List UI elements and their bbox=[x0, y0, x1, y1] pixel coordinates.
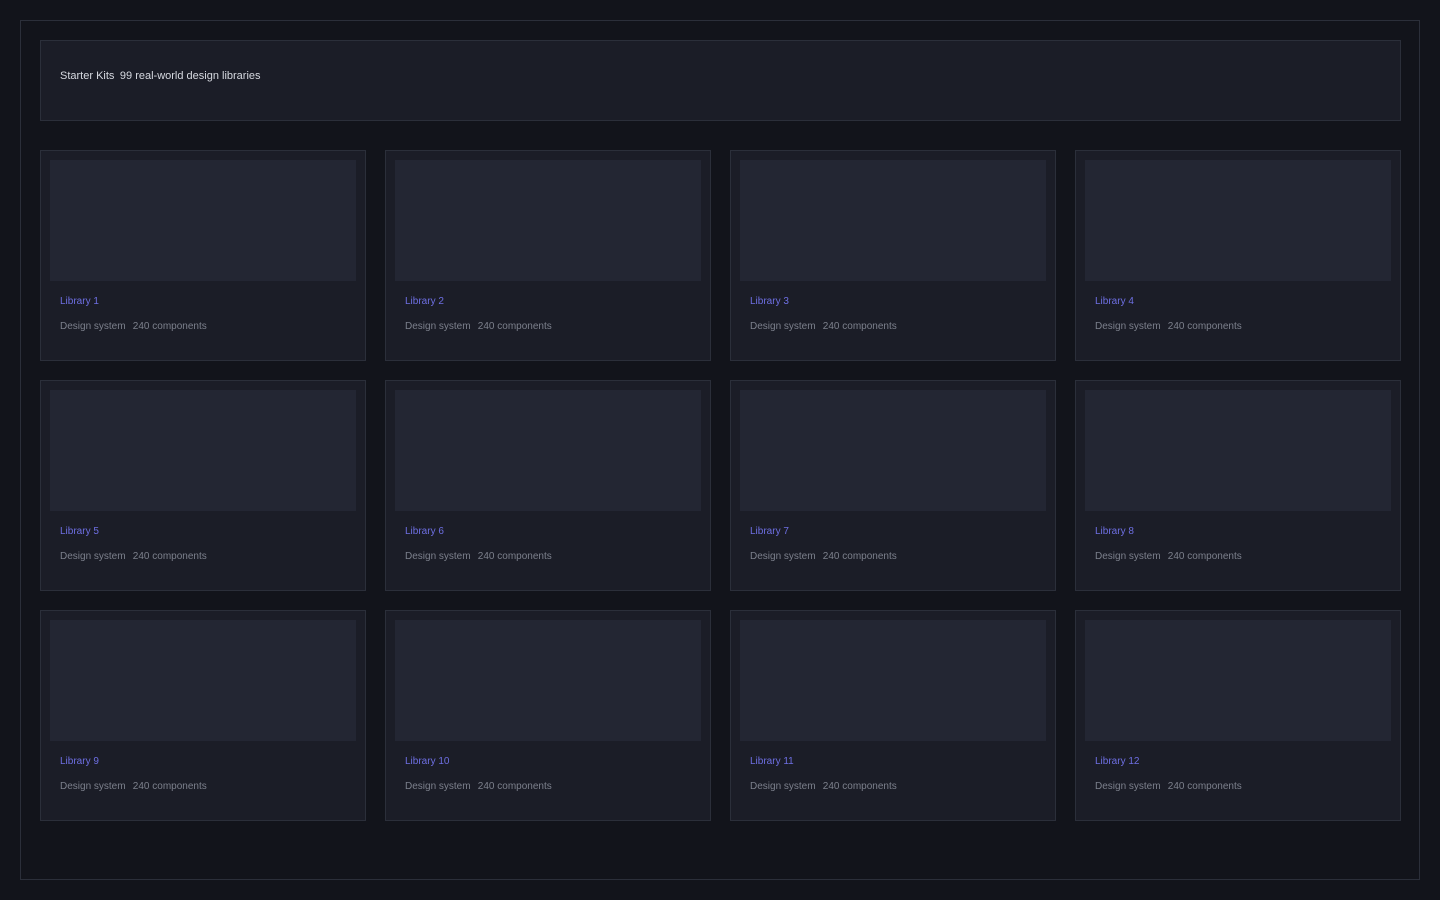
library-description: Design system 240 components bbox=[60, 781, 207, 792]
library-card[interactable]: Library 12 Design system 240 components bbox=[1075, 610, 1401, 821]
library-title[interactable]: Library 9 bbox=[60, 755, 99, 768]
library-description: Design system 240 components bbox=[60, 321, 207, 332]
library-card[interactable]: Library 8 Design system 240 components bbox=[1075, 380, 1401, 591]
library-card[interactable]: Library 5 Design system 240 components bbox=[40, 380, 366, 591]
library-description: Design system 240 components bbox=[405, 781, 552, 792]
library-title[interactable]: Library 12 bbox=[1095, 755, 1139, 768]
library-thumbnail bbox=[1085, 390, 1391, 511]
library-title[interactable]: Library 11 bbox=[750, 755, 794, 768]
library-card[interactable]: Library 2 Design system 240 components bbox=[385, 150, 711, 361]
library-description: Design system 240 components bbox=[1095, 551, 1242, 562]
library-description: Design system 240 components bbox=[1095, 781, 1242, 792]
library-thumbnail bbox=[1085, 160, 1391, 281]
library-title[interactable]: Library 10 bbox=[405, 755, 449, 768]
library-thumbnail bbox=[395, 620, 701, 741]
library-card[interactable]: Library 7 Design system 240 components bbox=[730, 380, 1056, 591]
library-description: Design system 240 components bbox=[405, 321, 552, 332]
library-title[interactable]: Library 1 bbox=[60, 295, 99, 308]
library-description: Design system 240 components bbox=[750, 321, 897, 332]
library-thumbnail bbox=[50, 620, 356, 741]
library-card[interactable]: Library 4 Design system 240 components bbox=[1075, 150, 1401, 361]
library-card[interactable]: Library 1 Design system 240 components bbox=[40, 150, 366, 361]
library-title[interactable]: Library 2 bbox=[405, 295, 444, 308]
page-header: Starter Kits 99 real-world design librar… bbox=[40, 40, 1401, 121]
library-description: Design system 240 components bbox=[60, 551, 207, 562]
library-description: Design system 240 components bbox=[750, 781, 897, 792]
library-grid: Library 1 Design system 240 components L… bbox=[40, 150, 1401, 821]
library-card[interactable]: Library 9 Design system 240 components bbox=[40, 610, 366, 821]
library-card[interactable]: Library 6 Design system 240 components bbox=[385, 380, 711, 591]
library-card[interactable]: Library 11 Design system 240 components bbox=[730, 610, 1056, 821]
library-thumbnail bbox=[1085, 620, 1391, 741]
library-thumbnail bbox=[740, 390, 1046, 511]
library-title[interactable]: Library 3 bbox=[750, 295, 789, 308]
library-title[interactable]: Library 7 bbox=[750, 525, 789, 538]
library-thumbnail bbox=[395, 390, 701, 511]
library-title[interactable]: Library 8 bbox=[1095, 525, 1134, 538]
library-title[interactable]: Library 4 bbox=[1095, 295, 1134, 308]
library-card[interactable]: Library 3 Design system 240 components bbox=[730, 150, 1056, 361]
library-title[interactable]: Library 6 bbox=[405, 525, 444, 538]
library-title[interactable]: Library 5 bbox=[60, 525, 99, 538]
library-thumbnail bbox=[395, 160, 701, 281]
library-thumbnail bbox=[50, 160, 356, 281]
page-title: Starter Kits 99 real-world design librar… bbox=[60, 70, 261, 82]
library-description: Design system 240 components bbox=[750, 551, 897, 562]
library-thumbnail bbox=[740, 620, 1046, 741]
library-description: Design system 240 components bbox=[405, 551, 552, 562]
library-card[interactable]: Library 10 Design system 240 components bbox=[385, 610, 711, 821]
library-thumbnail bbox=[50, 390, 356, 511]
library-thumbnail bbox=[740, 160, 1046, 281]
library-description: Design system 240 components bbox=[1095, 321, 1242, 332]
